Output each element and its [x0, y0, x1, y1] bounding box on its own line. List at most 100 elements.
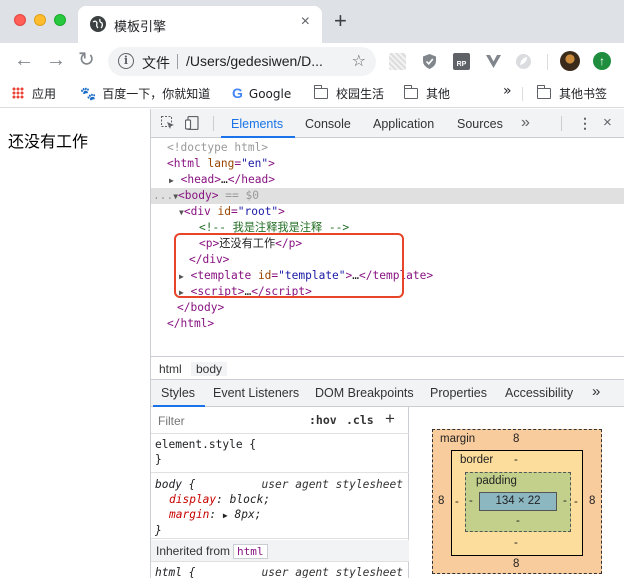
css-value[interactable]: 8px;	[234, 508, 261, 521]
margin-bottom-value[interactable]: 8	[513, 558, 519, 570]
tab-dom-breakpoints[interactable]: DOM Breakpoints	[315, 386, 414, 400]
maximize-window-button[interactable]	[54, 14, 66, 26]
tab-sources[interactable]: Sources	[457, 117, 503, 131]
bookmark-apps[interactable]: 应用	[12, 85, 56, 102]
margin-left-value[interactable]: 8	[438, 495, 444, 507]
bookmark-baidu[interactable]: 🐾 百度一下，你就知道	[80, 85, 210, 102]
page-viewport: 还没有工作	[0, 109, 150, 578]
folder-icon	[536, 85, 551, 99]
devtools-divider	[213, 116, 214, 131]
padding-right-value[interactable]: -	[563, 495, 567, 507]
styles-filter-input[interactable]	[154, 411, 296, 430]
more-tabs-button[interactable]: »	[521, 114, 530, 132]
dom-node-head[interactable]: ▶ <head>…</head>	[151, 172, 624, 188]
margin-right-value[interactable]: 8	[589, 495, 595, 507]
breadcrumb-body[interactable]: body	[191, 362, 228, 376]
rule-element-style[interactable]: element.style { }	[151, 437, 409, 473]
box-model-margin[interactable]: margin 8 8 8 8 border - - - - padding - …	[432, 429, 602, 574]
padding-left-value[interactable]: -	[469, 495, 473, 507]
new-style-rule-button[interactable]: +	[385, 409, 395, 429]
bookmark-star-icon[interactable]: ☆	[352, 51, 366, 71]
google-icon: G	[232, 85, 243, 101]
tab-title: 模板引擎	[114, 20, 167, 35]
bookmark-folder-campus[interactable]: 校园生活	[313, 85, 384, 102]
inherited-from-header: Inherited from html	[151, 540, 409, 562]
tab-console[interactable]: Console	[305, 117, 351, 131]
browser-tab[interactable]: 模板引擎 ×	[78, 6, 322, 43]
dom-node-html[interactable]: <html lang="en">	[151, 156, 624, 172]
inherited-from-link[interactable]: html	[233, 544, 268, 559]
border-right-value[interactable]: -	[574, 496, 578, 508]
close-window-button[interactable]	[14, 14, 26, 26]
tab-properties[interactable]: Properties	[430, 386, 487, 400]
reload-icon[interactable]: ↻	[78, 49, 95, 71]
device-toolbar-icon[interactable]	[184, 115, 199, 131]
dom-node-doctype[interactable]: <!doctype html>	[151, 140, 624, 156]
folder-icon	[403, 85, 418, 99]
dom-node-div-root[interactable]: ▼<div id="root">	[151, 204, 624, 220]
address-bar[interactable]: i 文件 /Users/gedesiwen/D... ☆	[108, 47, 376, 76]
bookmark-folder-other[interactable]: 其他	[403, 85, 450, 102]
forward-arrow-icon[interactable]: →	[46, 49, 66, 71]
leaf-extension-icon[interactable]	[515, 53, 532, 70]
devtools-menu-icon[interactable]: ⋮	[578, 115, 592, 132]
more-subtabs-button[interactable]: »	[592, 383, 600, 400]
rule-source[interactable]: user agent stylesheet	[262, 477, 403, 492]
profile-avatar[interactable]	[560, 51, 580, 71]
expand-triangle-icon[interactable]: ▶	[169, 176, 174, 185]
rule-html-ua[interactable]: html { user agent stylesheet	[151, 565, 409, 578]
extension-pattern-icon[interactable]	[389, 53, 406, 70]
tag-name: html	[173, 157, 201, 170]
annotation-highlight-box	[174, 233, 404, 298]
tab-accessibility[interactable]: Accessibility	[505, 386, 573, 400]
shield-icon[interactable]	[421, 53, 438, 70]
tab-application[interactable]: Application	[373, 117, 434, 131]
inspect-element-icon[interactable]	[161, 116, 175, 130]
breadcrumb-html[interactable]: html	[159, 362, 182, 376]
update-icon[interactable]: ↑	[593, 52, 611, 70]
padding-bottom-value[interactable]: -	[516, 515, 520, 527]
bookmarks-separator	[522, 87, 523, 101]
dom-node-html-close[interactable]: </html>	[151, 316, 624, 332]
margin-top-value[interactable]: 8	[513, 433, 519, 445]
rp-extension-icon[interactable]: RP	[453, 53, 470, 70]
expand-triangle-icon[interactable]: ▶	[223, 511, 228, 520]
css-value[interactable]: block;	[230, 493, 270, 506]
class-toggle[interactable]: .cls	[346, 413, 374, 427]
tag-name: head	[187, 173, 215, 186]
dom-node-body-selected[interactable]: ...▼<body> == $0	[151, 188, 624, 204]
border-bottom-value[interactable]: -	[514, 537, 518, 549]
rule-source[interactable]: user agent stylesheet	[262, 565, 403, 578]
dom-node-body-close[interactable]: </body>	[151, 300, 624, 316]
attr-name: lang	[207, 157, 235, 170]
tab-elements[interactable]: Elements	[231, 117, 283, 131]
info-icon[interactable]: i	[118, 53, 134, 69]
border-top-value[interactable]: -	[514, 454, 518, 466]
ellipsis-menu-icon[interactable]: ...	[153, 189, 173, 202]
breadcrumb: html body	[151, 356, 624, 380]
bookmarks-overflow-button[interactable]: »	[503, 83, 512, 99]
box-model-padding[interactable]: padding - - - - 134 × 22	[465, 472, 571, 532]
box-model-border[interactable]: border - - - - padding - - - - 134 × 22	[451, 450, 583, 556]
globe-icon	[90, 16, 106, 32]
v-extension-icon[interactable]	[485, 53, 502, 70]
tab-styles[interactable]: Styles	[161, 386, 195, 400]
attr-name: id	[217, 205, 231, 218]
rule-body-ua[interactable]: body { user agent stylesheet display: bl…	[151, 477, 409, 539]
box-model-content[interactable]: 134 × 22	[479, 492, 557, 511]
new-tab-button[interactable]: +	[334, 10, 347, 32]
other-bookmarks[interactable]: 其他书签	[536, 85, 607, 102]
tab-event-listeners[interactable]: Event Listeners	[213, 386, 299, 400]
border-left-value[interactable]: -	[455, 496, 459, 508]
attr-value: "root"	[237, 205, 279, 218]
css-property[interactable]: margin	[155, 508, 209, 521]
back-arrow-icon[interactable]: ←	[14, 49, 34, 71]
css-property[interactable]: display	[155, 493, 216, 506]
tab-close-icon[interactable]: ×	[301, 13, 310, 31]
bookmark-google[interactable]: G Google	[232, 85, 291, 101]
devtools-close-icon[interactable]: ×	[603, 114, 612, 131]
devtools-divider	[561, 116, 562, 131]
hover-state-toggle[interactable]: :hov	[309, 413, 337, 427]
minimize-window-button[interactable]	[34, 14, 46, 26]
address-url[interactable]: /Users/gedesiwen/D...	[186, 53, 323, 69]
